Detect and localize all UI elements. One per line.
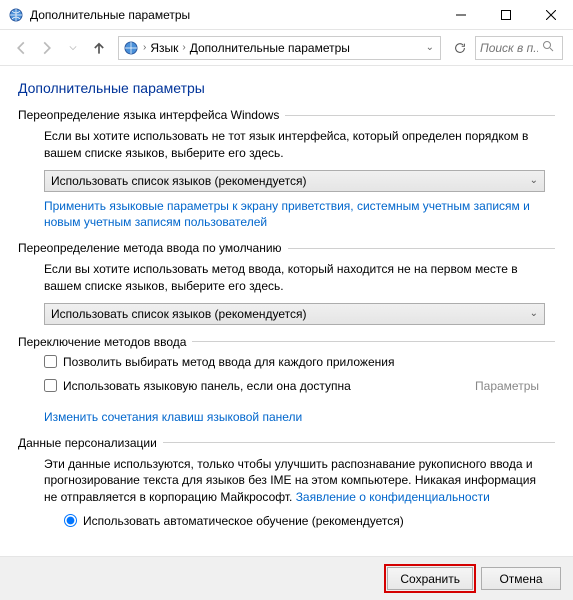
search-field[interactable] [480, 41, 538, 55]
breadcrumb-current[interactable]: Дополнительные параметры [190, 41, 350, 55]
save-button[interactable]: Сохранить [387, 567, 473, 590]
input-method-combo[interactable]: Использовать список языков (рекомендуетс… [44, 303, 545, 325]
window-title: Дополнительные параметры [30, 8, 438, 22]
page-title: Дополнительные параметры [18, 80, 555, 96]
chevron-down-icon: ⌄ [530, 175, 538, 186]
close-button[interactable] [528, 0, 573, 29]
chevron-down-icon[interactable]: ⌄ [424, 42, 436, 53]
maximize-button[interactable] [483, 0, 528, 29]
group-description: Эти данные используются, только чтобы ул… [44, 456, 545, 506]
globe-icon [123, 40, 139, 56]
group-ui-language: Переопределение языка интерфейса Windows… [18, 108, 555, 231]
privacy-link[interactable]: Заявление о конфиденциальности [296, 489, 490, 506]
group-personalization: Данные персонализации Эти данные использ… [18, 436, 555, 528]
recent-dropdown[interactable] [62, 37, 84, 59]
forward-button[interactable] [36, 37, 58, 59]
group-header: Переопределение метода ввода по умолчани… [18, 241, 282, 255]
search-input[interactable] [475, 36, 563, 60]
breadcrumb-root[interactable]: Язык [150, 41, 178, 55]
content-area: Дополнительные параметры Переопределение… [0, 66, 573, 556]
breadcrumb[interactable]: › Язык › Дополнительные параметры ⌄ [118, 36, 441, 60]
app-icon [8, 7, 24, 23]
auto-learning-label: Использовать автоматическое обучение (ре… [83, 514, 404, 528]
chevron-right-icon: › [143, 42, 146, 53]
group-header: Данные персонализации [18, 436, 157, 450]
chevron-down-icon: ⌄ [530, 308, 538, 319]
footer: Сохранить Отмена [0, 556, 573, 600]
search-icon [542, 40, 554, 55]
refresh-button[interactable] [449, 37, 471, 59]
chevron-right-icon: › [182, 42, 185, 53]
per-app-checkbox[interactable] [44, 355, 57, 368]
language-bar-checkbox[interactable] [44, 379, 57, 392]
apply-to-welcome-link[interactable]: Применить языковые параметры к экрану пр… [44, 198, 545, 232]
ui-language-combo[interactable]: Использовать список языков (рекомендуетс… [44, 170, 545, 192]
group-header: Переключение методов ввода [18, 335, 186, 349]
auto-learning-radio[interactable] [64, 514, 77, 527]
back-button[interactable] [10, 37, 32, 59]
per-app-label: Позволить выбирать метод ввода для каждо… [63, 355, 394, 369]
group-description: Если вы хотите использовать метод ввода,… [44, 261, 545, 295]
language-bar-label: Использовать языковую панель, если она д… [63, 379, 351, 393]
up-button[interactable] [88, 37, 110, 59]
title-bar: Дополнительные параметры [0, 0, 573, 30]
group-switching: Переключение методов ввода Позволить выб… [18, 335, 555, 426]
group-input-method: Переопределение метода ввода по умолчани… [18, 241, 555, 325]
combo-value: Использовать список языков (рекомендуетс… [51, 174, 530, 188]
minimize-button[interactable] [438, 0, 483, 29]
hotkeys-link[interactable]: Изменить сочетания клавиш языковой панел… [44, 409, 302, 426]
cancel-button[interactable]: Отмена [481, 567, 561, 590]
group-header: Переопределение языка интерфейса Windows [18, 108, 279, 122]
nav-bar: › Язык › Дополнительные параметры ⌄ [0, 30, 573, 66]
parameters-link[interactable]: Параметры [475, 379, 545, 393]
combo-value: Использовать список языков (рекомендуетс… [51, 307, 530, 321]
group-description: Если вы хотите использовать не тот язык … [44, 128, 545, 162]
